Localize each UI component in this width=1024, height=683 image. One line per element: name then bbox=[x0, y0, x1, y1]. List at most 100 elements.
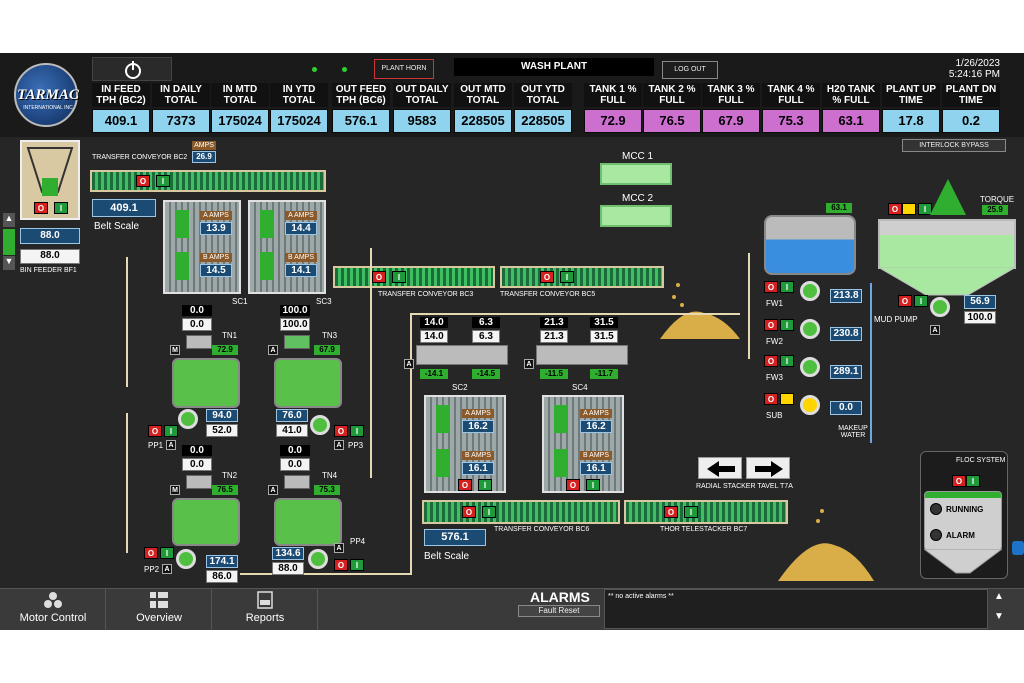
bf1-on-button[interactable]: I bbox=[54, 202, 68, 214]
fault-reset-button[interactable]: Fault Reset bbox=[518, 605, 600, 617]
pp3-value[interactable]: 41.0 bbox=[276, 424, 308, 437]
bc5-on-button[interactable]: I bbox=[560, 271, 574, 283]
sc-off-button[interactable]: O bbox=[458, 479, 472, 491]
sc4-on-button[interactable]: I bbox=[586, 479, 600, 491]
bc6-on-button[interactable]: I bbox=[482, 506, 496, 518]
pp1-pump[interactable] bbox=[178, 409, 198, 429]
alarm-scroll-down[interactable]: ▼ bbox=[994, 611, 1004, 622]
bc7-off-button[interactable]: O bbox=[664, 506, 678, 518]
mud-pump-value[interactable]: 100.0 bbox=[964, 311, 996, 324]
bc2-off-button[interactable]: O bbox=[136, 175, 150, 187]
tn3-mode-a[interactable]: A bbox=[268, 345, 278, 355]
bc2-on-button[interactable]: I bbox=[156, 175, 170, 187]
mud-pump[interactable] bbox=[930, 297, 950, 317]
mud-pump-on-button[interactable]: I bbox=[914, 295, 928, 307]
thickener-off-button[interactable]: O bbox=[888, 203, 902, 215]
bc5-off-button[interactable]: O bbox=[540, 271, 554, 283]
sub-pump[interactable] bbox=[800, 395, 820, 415]
sc4-mode-a[interactable]: A bbox=[524, 359, 534, 369]
fw3-off-button[interactable]: O bbox=[764, 355, 778, 367]
sc1-motor-b bbox=[175, 252, 189, 280]
mud-pump-mode-a[interactable]: A bbox=[930, 325, 940, 335]
pp2-off-button[interactable]: O bbox=[144, 547, 158, 559]
bc3-off-button[interactable]: O bbox=[372, 271, 386, 283]
pp1-off-button[interactable]: O bbox=[148, 425, 162, 437]
bc3-on-button[interactable]: I bbox=[392, 271, 406, 283]
radial-left-button[interactable] bbox=[698, 457, 742, 479]
fw3-on-button[interactable]: I bbox=[780, 355, 794, 367]
sc-on-button[interactable]: I bbox=[478, 479, 492, 491]
bc7-on-button[interactable]: I bbox=[684, 506, 698, 518]
pp2-value[interactable]: 86.0 bbox=[206, 570, 238, 583]
fw2-pump[interactable] bbox=[800, 319, 820, 339]
stat-value: 0.2 bbox=[942, 109, 1000, 133]
mud-pump-label: MUD PUMP bbox=[874, 315, 918, 324]
alarm-scroll-up[interactable]: ▲ bbox=[994, 591, 1004, 602]
sc2-label: SC2 bbox=[452, 383, 468, 392]
pp4-on-button[interactable]: I bbox=[350, 559, 364, 571]
mcc1-panel[interactable] bbox=[600, 163, 672, 185]
pp2-on-button[interactable]: I bbox=[160, 547, 174, 559]
plant-horn-button[interactable]: PLANT HORN bbox=[374, 59, 434, 79]
fw2-on-button[interactable]: I bbox=[780, 319, 794, 331]
sc2-c2-value[interactable]: 6.3 bbox=[472, 330, 500, 343]
sc4-c1-top: 21.3 bbox=[540, 317, 568, 328]
pp4-value[interactable]: 88.0 bbox=[272, 562, 304, 575]
tn2-value[interactable]: 0.0 bbox=[182, 458, 212, 471]
side-tab-icon[interactable] bbox=[1012, 541, 1024, 555]
bf1-up-arrow[interactable]: ▲ bbox=[3, 213, 15, 227]
interlock-bypass-button[interactable]: INTERLOCK BYPASS bbox=[902, 139, 1006, 152]
fw1-off-button[interactable]: O bbox=[764, 281, 778, 293]
pp3-on-button[interactable]: I bbox=[350, 425, 364, 437]
pp2-mode-a[interactable]: A bbox=[162, 564, 172, 574]
pp1-mode-a[interactable]: A bbox=[166, 440, 176, 450]
tn1-value[interactable]: 0.0 bbox=[182, 318, 212, 331]
radial-right-button[interactable] bbox=[746, 457, 790, 479]
sub-off-button[interactable]: O bbox=[764, 393, 778, 405]
mud-pump-off-button[interactable]: O bbox=[898, 295, 912, 307]
pp4-off-button[interactable]: O bbox=[334, 559, 348, 571]
nav-reports[interactable]: Reports bbox=[212, 588, 318, 630]
pp2-pump[interactable] bbox=[176, 549, 196, 569]
tn4-value[interactable]: 0.0 bbox=[280, 458, 310, 471]
pp4-mode-a[interactable]: A bbox=[334, 543, 344, 553]
pp4-pump[interactable] bbox=[308, 549, 328, 569]
bc6-off-button[interactable]: O bbox=[462, 506, 476, 518]
bf1-speed-value[interactable]: 88.0 bbox=[20, 249, 80, 264]
logout-button[interactable]: LOG OUT bbox=[662, 61, 718, 79]
time-display: 5:24:16 PM bbox=[948, 69, 1000, 80]
sand-pile-1 bbox=[660, 283, 740, 339]
sc1-b-amps-value: 14.5 bbox=[200, 264, 232, 277]
sc2-mode-a[interactable]: A bbox=[404, 359, 414, 369]
fw3-pump[interactable] bbox=[800, 357, 820, 377]
nav-overview[interactable]: Overview bbox=[106, 588, 212, 630]
pp1-value[interactable]: 52.0 bbox=[206, 424, 238, 437]
bc5-label: TRANSFER CONVEYOR BC5 bbox=[500, 291, 596, 298]
conveyor-bc3 bbox=[333, 266, 495, 288]
pp3-mode-a[interactable]: A bbox=[334, 440, 344, 450]
sc2-c1-value[interactable]: 14.0 bbox=[420, 330, 448, 343]
stat-value: 67.9 bbox=[702, 109, 760, 133]
tn1-mode-m[interactable]: M bbox=[170, 345, 180, 355]
tn2-mode-m[interactable]: M bbox=[170, 485, 180, 495]
floc-on-button[interactable]: I bbox=[966, 475, 980, 487]
tn3-value[interactable]: 100.0 bbox=[280, 318, 310, 331]
bf1-off-button[interactable]: O bbox=[34, 202, 48, 214]
pp3-off-button[interactable]: O bbox=[334, 425, 348, 437]
fw1-on-button[interactable]: I bbox=[780, 281, 794, 293]
fw1-pump[interactable] bbox=[800, 281, 820, 301]
floc-off-button[interactable]: O bbox=[952, 475, 966, 487]
floc-cone bbox=[924, 549, 1002, 574]
sc4-c1-value[interactable]: 21.3 bbox=[540, 330, 568, 343]
pp1-on-button[interactable]: I bbox=[164, 425, 178, 437]
mcc2-panel[interactable] bbox=[600, 205, 672, 227]
sc4-off-button[interactable]: O bbox=[566, 479, 580, 491]
tn4-mode-a[interactable]: A bbox=[268, 485, 278, 495]
sc3-a-amps-label: A AMPS bbox=[285, 211, 317, 220]
pp3-pump[interactable] bbox=[310, 415, 330, 435]
fw2-off-button[interactable]: O bbox=[764, 319, 778, 331]
power-button[interactable] bbox=[92, 57, 172, 81]
sc4-c2-value[interactable]: 31.5 bbox=[590, 330, 618, 343]
bf1-down-arrow[interactable]: ▼ bbox=[3, 256, 15, 270]
nav-motor-control[interactable]: Motor Control bbox=[0, 588, 106, 630]
